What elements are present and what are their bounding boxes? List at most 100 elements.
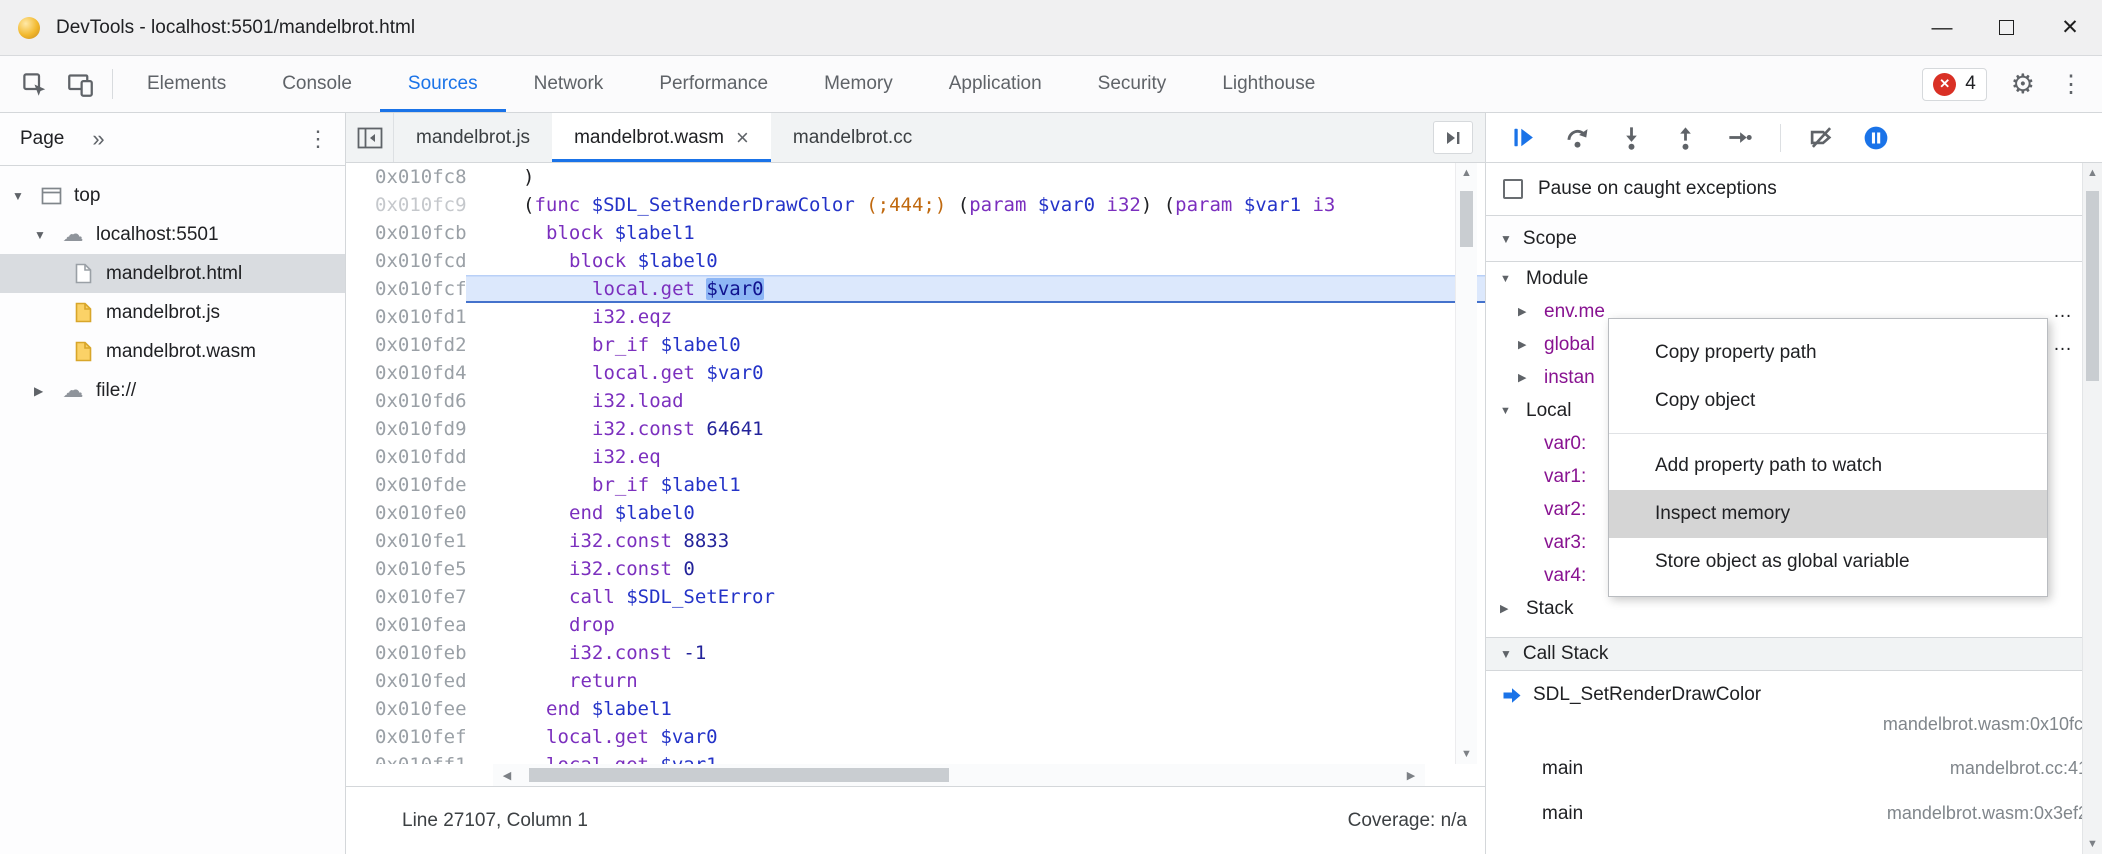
scrollbar-thumb[interactable] bbox=[529, 768, 949, 782]
code-line[interactable]: 0x010fc8) bbox=[346, 163, 1485, 191]
editor-vertical-scrollbar[interactable]: ▲ ▼ bbox=[1455, 163, 1477, 764]
maximize-button[interactable] bbox=[1974, 0, 2038, 55]
deactivate-breakpoints-icon[interactable] bbox=[1808, 124, 1835, 151]
code-line[interactable]: 0x010ff1local.get $var1 bbox=[346, 751, 1485, 764]
code-line[interactable]: 0x010fddi32.eq bbox=[346, 443, 1485, 471]
tab-application[interactable]: Application bbox=[921, 56, 1070, 112]
code-line[interactable]: 0x010fedreturn bbox=[346, 667, 1485, 695]
tree-item-localhost-5501[interactable]: ▼☁localhost:5501 bbox=[0, 215, 345, 254]
navigator-menu-icon[interactable]: ⋮ bbox=[307, 126, 329, 152]
tab-page[interactable]: Page bbox=[20, 128, 64, 150]
frame-name: main bbox=[1542, 803, 1583, 825]
tab-lighthouse[interactable]: Lighthouse bbox=[1194, 56, 1343, 112]
tree-expander-icon[interactable]: ▼ bbox=[34, 228, 60, 242]
menu-item-add-property-path-to-watch[interactable]: Add property path to watch bbox=[1609, 442, 2047, 490]
menu-item-copy-object[interactable]: Copy object bbox=[1609, 377, 2047, 425]
next-editor-icon[interactable] bbox=[1433, 121, 1473, 154]
step-over-icon[interactable] bbox=[1564, 124, 1591, 151]
editor-tab-mandelbrot-cc[interactable]: mandelbrot.cc bbox=[771, 113, 934, 162]
code-line[interactable]: 0x010fc9(func $SDL_SetRenderDrawColor (;… bbox=[346, 191, 1485, 219]
tree-item-mandelbrot-js[interactable]: mandelbrot.js bbox=[0, 293, 345, 332]
callstack-frame-main[interactable]: mainmandelbrot.cc:41 bbox=[1486, 746, 2102, 791]
code-line[interactable]: 0x010feeend $label1 bbox=[346, 695, 1485, 723]
tree-item-mandelbrot-wasm[interactable]: mandelbrot.wasm bbox=[0, 332, 345, 371]
code-line[interactable]: 0x010fd9i32.const 64641 bbox=[346, 415, 1485, 443]
menu-item-copy-property-path[interactable]: Copy property path bbox=[1609, 329, 2047, 377]
resume-script-icon[interactable] bbox=[1510, 124, 1537, 151]
chevron-right-icon[interactable]: ▶ bbox=[1518, 305, 1544, 318]
editor-tab-mandelbrot-js[interactable]: mandelbrot.js bbox=[394, 113, 552, 162]
code-viewport[interactable]: 0x010fc8)0x010fc9(func $SDL_SetRenderDra… bbox=[346, 163, 1485, 764]
step-into-icon[interactable] bbox=[1618, 124, 1645, 151]
tab-console[interactable]: Console bbox=[254, 56, 380, 112]
chevron-down-icon[interactable]: ▼ bbox=[1500, 232, 1512, 246]
chevron-down-icon[interactable]: ▼ bbox=[1500, 273, 1526, 285]
code-line[interactable]: 0x010fe5i32.const 0 bbox=[346, 555, 1485, 583]
tab-security[interactable]: Security bbox=[1070, 56, 1195, 112]
code-line[interactable]: 0x010fe1i32.const 8833 bbox=[346, 527, 1485, 555]
chevron-right-icon[interactable]: ▶ bbox=[1518, 338, 1544, 351]
scroll-up-icon[interactable]: ▲ bbox=[1456, 167, 1477, 179]
chevron-right-icon[interactable]: ▶ bbox=[1518, 371, 1544, 384]
pause-on-exceptions-icon[interactable] bbox=[1862, 124, 1889, 151]
tree-expander-icon[interactable]: ▼ bbox=[12, 189, 38, 203]
tab-sources[interactable]: Sources bbox=[380, 56, 506, 112]
close-button[interactable]: ✕ bbox=[2038, 0, 2102, 55]
scroll-down-icon[interactable]: ▼ bbox=[1456, 748, 1477, 760]
chevron-down-icon[interactable]: ▼ bbox=[1500, 405, 1526, 417]
tree-item-top[interactable]: ▼top bbox=[0, 176, 345, 215]
scope-section-header[interactable]: ▼ Scope bbox=[1486, 216, 2102, 262]
tab-performance[interactable]: Performance bbox=[631, 56, 796, 112]
minimize-button[interactable]: — bbox=[1910, 0, 1974, 55]
code-line[interactable]: 0x010feadrop bbox=[346, 611, 1485, 639]
chevron-down-icon[interactable]: ▼ bbox=[1500, 647, 1512, 661]
tab-memory[interactable]: Memory bbox=[796, 56, 921, 112]
step-icon[interactable] bbox=[1726, 124, 1753, 151]
call-stack-section-header[interactable]: ▼ Call Stack bbox=[1486, 637, 2102, 671]
code-line[interactable]: 0x010fcbblock $label1 bbox=[346, 219, 1485, 247]
pause-on-caught-checkbox[interactable] bbox=[1503, 179, 1523, 199]
scroll-up-icon[interactable]: ▲ bbox=[2083, 167, 2102, 179]
scrollbar-thumb[interactable] bbox=[2086, 191, 2099, 381]
tree-item-file[interactable]: ▶☁file:// bbox=[0, 371, 345, 410]
panel-scrollbar[interactable]: ▲ ▼ bbox=[2082, 163, 2102, 854]
more-tabs-icon[interactable]: » bbox=[92, 126, 104, 152]
code-line[interactable]: 0x010fdebr_if $label1 bbox=[346, 471, 1485, 499]
tab-elements[interactable]: Elements bbox=[119, 56, 254, 112]
scrollbar-thumb[interactable] bbox=[1460, 191, 1473, 247]
code-line[interactable]: 0x010fe7call $SDL_SetError bbox=[346, 583, 1485, 611]
callstack-frame-sdl-setrenderdrawcolor[interactable]: SDL_SetRenderDrawColormandelbrot.wasm:0x… bbox=[1486, 671, 2102, 746]
chevron-right-icon[interactable]: ▶ bbox=[1500, 602, 1526, 615]
editor-horizontal-scrollbar[interactable]: ◀ ▶ bbox=[493, 764, 1425, 786]
code-line[interactable]: 0x010fe0end $label0 bbox=[346, 499, 1485, 527]
scroll-down-icon[interactable]: ▼ bbox=[2083, 838, 2102, 850]
code-line[interactable]: 0x010fcflocal.get $var0 bbox=[346, 275, 1485, 303]
code-line[interactable]: 0x010fd4local.get $var0 bbox=[346, 359, 1485, 387]
tree-item-mandelbrot-html[interactable]: mandelbrot.html bbox=[0, 254, 345, 293]
devtools-menu-icon[interactable]: ⋮ bbox=[2059, 70, 2084, 99]
scrollbar-track[interactable] bbox=[521, 764, 1397, 786]
menu-item-inspect-memory[interactable]: Inspect memory bbox=[1609, 490, 2047, 538]
code-line[interactable]: 0x010febi32.const -1 bbox=[346, 639, 1485, 667]
tree-expander-icon[interactable]: ▶ bbox=[34, 384, 60, 398]
menu-item-store-object-as-global-variable[interactable]: Store object as global variable bbox=[1609, 538, 2047, 586]
code-line[interactable]: 0x010feflocal.get $var0 bbox=[346, 723, 1485, 751]
scroll-right-icon[interactable]: ▶ bbox=[1397, 769, 1425, 782]
tab-network[interactable]: Network bbox=[506, 56, 632, 112]
toggle-navigator-icon[interactable] bbox=[346, 113, 394, 162]
settings-gear-icon[interactable]: ⚙ bbox=[2011, 69, 2035, 100]
step-out-icon[interactable] bbox=[1672, 124, 1699, 151]
code-line[interactable]: 0x010fd2br_if $label0 bbox=[346, 331, 1485, 359]
scroll-left-icon[interactable]: ◀ bbox=[493, 769, 521, 782]
device-toolbar-icon[interactable] bbox=[62, 66, 98, 102]
editor-tab-mandelbrot-wasm[interactable]: mandelbrot.wasm× bbox=[552, 113, 771, 162]
code-line[interactable]: 0x010fd6i32.load bbox=[346, 387, 1485, 415]
code-line[interactable]: 0x010fcdblock $label0 bbox=[346, 247, 1485, 275]
callstack-frame-main[interactable]: mainmandelbrot.wasm:0x3ef2 bbox=[1486, 791, 2102, 836]
code-line[interactable]: 0x010fd1i32.eqz bbox=[346, 303, 1485, 331]
scope-row-module[interactable]: ▼Module bbox=[1486, 262, 2102, 295]
error-count-badge[interactable]: ✕ 4 bbox=[1922, 68, 1987, 101]
inspect-element-icon[interactable] bbox=[16, 66, 52, 102]
close-tab-icon[interactable]: × bbox=[736, 125, 749, 151]
scope-label: env.me bbox=[1544, 301, 1605, 323]
